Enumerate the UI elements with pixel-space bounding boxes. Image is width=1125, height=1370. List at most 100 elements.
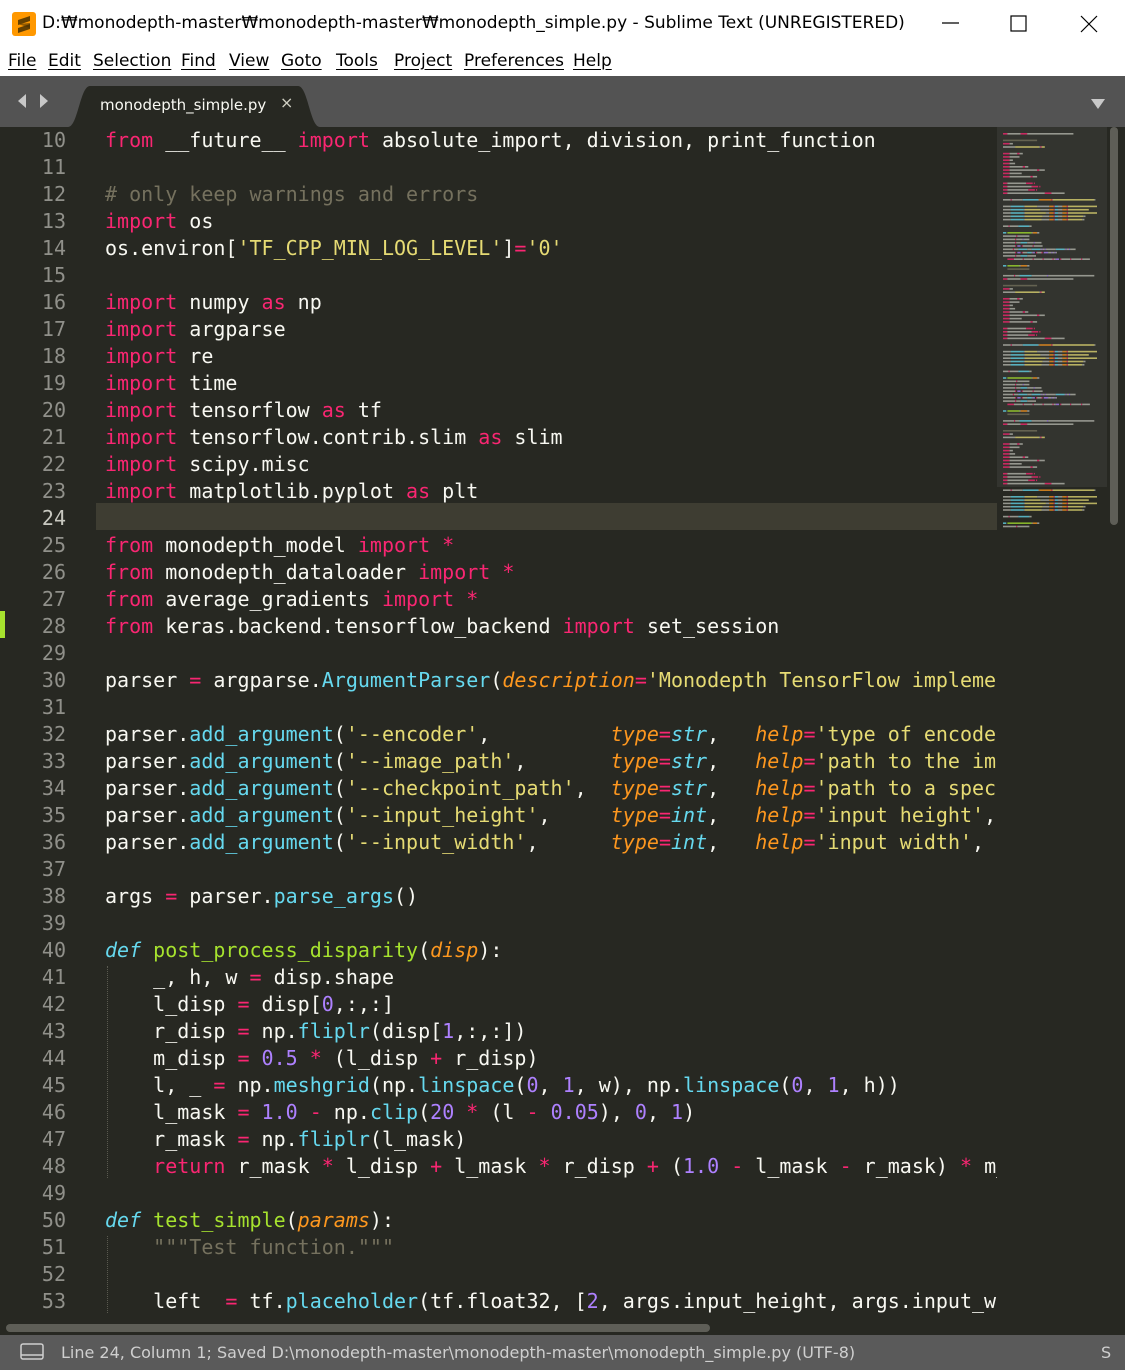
code-line[interactable]: r_disp = np.fliplr(disp[1,:,:]) xyxy=(105,1018,526,1045)
menu-goto[interactable]: Goto xyxy=(281,51,322,71)
code-token: = xyxy=(803,830,816,854)
code-line[interactable]: from keras.backend.tensorflow_backend im… xyxy=(105,613,779,640)
minimize-button[interactable] xyxy=(916,0,986,48)
code-line[interactable]: # only keep warnings and errors xyxy=(105,181,478,208)
code-line[interactable]: import numpy as np xyxy=(105,289,322,316)
minimap-token xyxy=(1037,522,1040,524)
code-line[interactable]: return r_mask * l_disp + l_mask * r_disp… xyxy=(105,1153,997,1180)
tab-prev-icon[interactable] xyxy=(18,94,26,108)
code-line[interactable]: import tensorflow.contrib.slim as slim xyxy=(105,424,563,451)
code-line[interactable]: import re xyxy=(105,343,213,370)
code-line[interactable]: from monodepth_dataloader import * xyxy=(105,559,514,586)
minimap-token xyxy=(1048,397,1052,399)
vertical-scrollbar-thumb[interactable] xyxy=(1110,127,1118,525)
code-token: parser xyxy=(105,668,190,692)
minimap-token xyxy=(1008,225,1010,227)
menu-project[interactable]: Project xyxy=(394,51,452,71)
minimap-token xyxy=(1029,515,1032,518)
line-number: 52 xyxy=(41,1262,66,1286)
code-line[interactable]: import tensorflow as tf xyxy=(105,397,382,424)
minimap-token xyxy=(1009,162,1016,165)
console-toggle-icon[interactable] xyxy=(20,1343,44,1365)
code-token: import xyxy=(105,425,178,449)
minimap-token xyxy=(1009,225,1019,227)
tab-monodepth-simple[interactable]: monodepth_simple.py × xyxy=(68,76,320,127)
minimap-token xyxy=(1020,255,1028,257)
code-line[interactable]: import os xyxy=(105,208,213,235)
menu-edit[interactable]: Edit xyxy=(48,51,81,71)
code-line[interactable]: args = parser.parse_args() xyxy=(105,883,418,910)
code-line[interactable]: from __future__ import absolute_import, … xyxy=(105,127,876,154)
horizontal-scrollbar-thumb[interactable] xyxy=(6,1324,710,1332)
minimap-token xyxy=(1009,370,1019,373)
code-line[interactable]: l_mask = 1.0 - np.clip(20 * (l - 0.05), … xyxy=(105,1099,695,1126)
tab-navigation xyxy=(16,93,52,113)
minimap-token xyxy=(1003,133,1008,135)
minimap-token xyxy=(1003,162,1010,165)
minimap-token xyxy=(1009,453,1016,455)
minimap-token xyxy=(1058,354,1063,356)
minimap-token xyxy=(1016,235,1018,237)
code-line[interactable]: l, _ = np.meshgrid(np.linspace(0, 1, w),… xyxy=(105,1072,900,1099)
menu-help[interactable]: Help xyxy=(573,51,612,71)
code-line[interactable]: parser.add_argument('--input_height', ty… xyxy=(105,802,997,829)
code-token: , xyxy=(972,830,997,854)
code-token: from xyxy=(105,587,154,611)
minimap-token xyxy=(1022,403,1024,406)
code-line[interactable]: parser.add_argument('--input_width', typ… xyxy=(105,829,996,856)
code-line[interactable]: def test_simple(params): xyxy=(105,1207,394,1234)
code-line[interactable]: m_disp = 0.5 * (l_disp + r_disp) xyxy=(105,1045,538,1072)
menu-find[interactable]: Find xyxy=(181,51,216,71)
minimap-token xyxy=(1010,496,1024,498)
code-line[interactable]: os.environ['TF_CPP_MIN_LOG_LEVEL']='0' xyxy=(105,235,563,262)
code-line[interactable]: parser.add_argument('--checkpoint_path',… xyxy=(105,775,997,802)
code-token: clip xyxy=(369,1100,419,1124)
menu-view[interactable]: View xyxy=(229,51,269,71)
menu-preferences[interactable]: Preferences xyxy=(464,51,564,71)
code-line[interactable]: from average_gradients import * xyxy=(105,586,478,613)
code-line[interactable]: def post_process_disparity(disp): xyxy=(105,937,502,964)
code-line[interactable]: import time xyxy=(105,370,237,397)
minimap[interactable] xyxy=(997,127,1107,1335)
minimap-token xyxy=(1007,479,1029,482)
code-line[interactable]: """Test function.""" xyxy=(105,1234,394,1261)
code-line[interactable]: left = tf.placeholder(tf.float32, [2, ar… xyxy=(105,1288,997,1315)
vertical-scrollbar[interactable] xyxy=(1107,127,1125,1335)
minimap-token xyxy=(1052,489,1095,491)
code-line[interactable]: parser.add_argument('--image_path', type… xyxy=(105,748,997,775)
minimap-token xyxy=(1066,393,1069,396)
line-number: 51 xyxy=(41,1235,66,1259)
tab-list-dropdown-icon[interactable] xyxy=(1090,95,1106,114)
tab-close-icon[interactable]: × xyxy=(280,95,293,111)
maximize-button[interactable] xyxy=(984,0,1054,48)
code-line[interactable]: l_disp = disp[0,:,:] xyxy=(105,991,394,1018)
minimap-token xyxy=(1067,364,1083,366)
minimap-token xyxy=(1009,459,1038,462)
code-line[interactable]: import scipy.misc xyxy=(105,451,310,478)
editor-pane[interactable]: 10 11 12 13 14 15 16 17 18 19 20 21 22 23 24 25 26 27 28 29… xyxy=(0,127,1125,1335)
code-line[interactable]: import argparse xyxy=(105,316,286,343)
menu-file[interactable]: File xyxy=(8,51,36,71)
menu-tools[interactable]: Tools xyxy=(336,51,378,71)
code-token: 1 xyxy=(562,1073,575,1097)
close-window-button[interactable] xyxy=(1054,0,1124,48)
code-token: type xyxy=(610,722,659,746)
code-line[interactable]: import matplotlib.pyplot as plt xyxy=(105,478,478,505)
horizontal-scrollbar[interactable] xyxy=(0,1320,1105,1335)
minimap-token xyxy=(1049,357,1054,359)
code-area[interactable]: from __future__ import absolute_import, … xyxy=(105,127,997,1335)
menu-selection[interactable]: Selection xyxy=(93,51,171,71)
syntax-indicator[interactable]: S xyxy=(1101,1343,1111,1362)
minimap-token xyxy=(1054,499,1058,501)
code-token: = xyxy=(803,722,816,746)
code-line[interactable]: _, h, w = disp.shape xyxy=(105,964,394,991)
minimap-token xyxy=(1051,489,1053,491)
tab-next-icon[interactable] xyxy=(40,94,48,108)
code-line[interactable]: r_mask = np.fliplr(l_mask) xyxy=(105,1126,466,1153)
code-token: import xyxy=(105,290,178,314)
code-line[interactable]: from monodepth_model import * xyxy=(105,532,454,559)
code-line[interactable]: parser.add_argument('--encoder', type=st… xyxy=(105,721,997,748)
code-line[interactable]: parser = argparse.ArgumentParser(descrip… xyxy=(105,667,997,694)
minimap-token xyxy=(1031,420,1047,422)
code-token: 0 xyxy=(321,992,334,1016)
